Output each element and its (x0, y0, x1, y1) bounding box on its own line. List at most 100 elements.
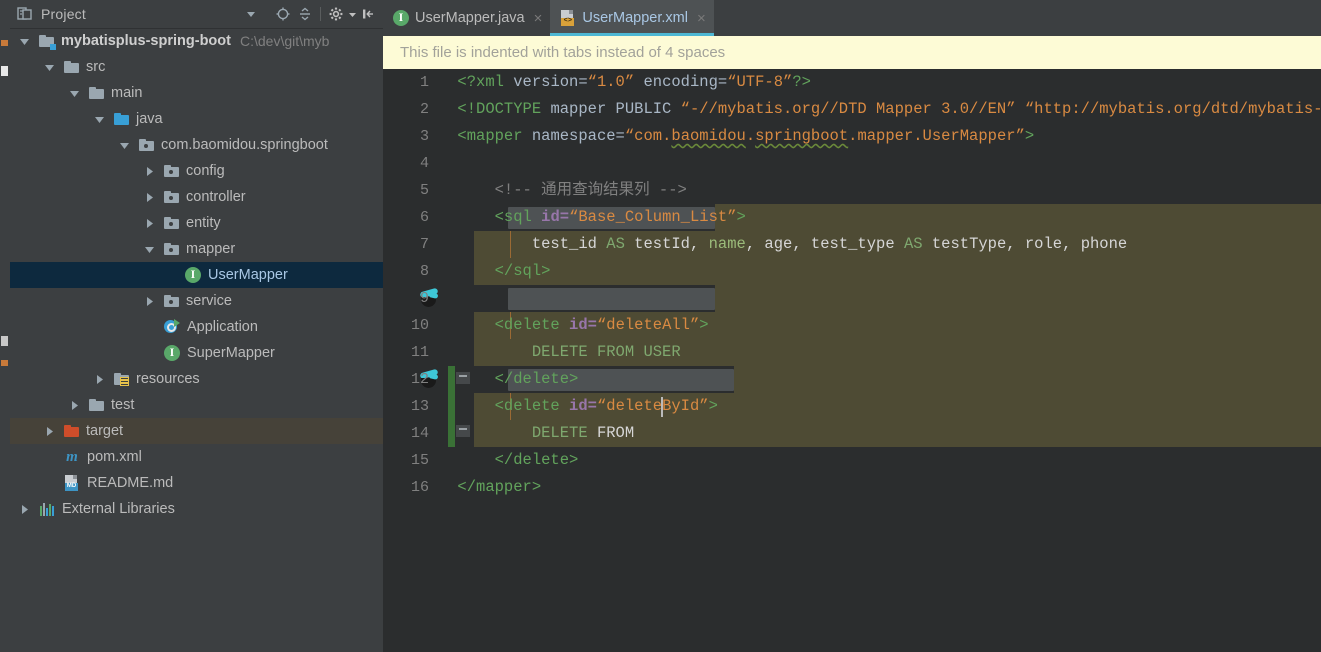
code-line[interactable]: </delete> (383, 366, 1321, 393)
marker-orange (1, 40, 8, 46)
gear-dropdown-icon[interactable] (347, 3, 357, 25)
code-token: testId, (624, 235, 709, 253)
tree-row-java[interactable]: java (10, 106, 383, 132)
tree-label: java (136, 111, 163, 127)
project-tree[interactable]: mybatisplus-spring-boot C:\dev\git\myb s… (10, 28, 383, 652)
hide-panel-icon[interactable] (357, 3, 379, 25)
code-token: “1.0” (587, 73, 635, 91)
tree-row-external-libraries[interactable]: External Libraries (10, 496, 383, 522)
code-line[interactable]: </sql> (383, 258, 1321, 285)
code-line[interactable]: DELETE FROM USER (383, 339, 1321, 366)
tree-row-service[interactable]: service (10, 288, 383, 314)
expand-arrow-collapsed[interactable] (68, 399, 81, 412)
tree-label: resources (136, 371, 200, 387)
tree-row-test[interactable]: test (10, 392, 383, 418)
code-token: <delete (494, 316, 560, 334)
code-line[interactable]: </delete> (383, 447, 1321, 474)
expand-arrow-collapsed[interactable] (143, 217, 156, 230)
collapse-all-icon[interactable] (294, 3, 316, 25)
code-token: encoding= (634, 73, 728, 91)
expand-arrow-collapsed[interactable] (143, 295, 156, 308)
code-token: <?xml (457, 73, 504, 91)
package-icon (164, 215, 180, 231)
expand-arrow-expanded[interactable] (18, 35, 31, 48)
indentation-notification-banner[interactable]: This file is indented with tabs instead … (383, 36, 1321, 70)
tree-label: entity (186, 215, 221, 231)
code-line[interactable]: <mapper namespace=“com.baomidou.springbo… (383, 123, 1321, 150)
code-token: DELETE FROM USER (531, 343, 681, 361)
tree-row-src[interactable]: src (10, 54, 383, 80)
chevron-down-icon[interactable] (244, 7, 258, 21)
project-panel: Project mybatisplus-spring-boot C:\dev\g… (10, 0, 383, 652)
tab-usermapper-java[interactable]: I UserMapper.java × (383, 0, 551, 36)
tree-row-config[interactable]: config (10, 158, 383, 184)
code-line[interactable]: <!-- 通用查询结果列 --> (383, 177, 1321, 204)
code-line[interactable]: <sql id=“Base_Column_List”> (383, 204, 1321, 231)
tree-row-controller[interactable]: controller (10, 184, 383, 210)
tree-label: test (111, 397, 135, 413)
tree-row-package[interactable]: com.baomidou.springboot (10, 132, 383, 158)
scroll-from-source-icon[interactable] (272, 3, 294, 25)
expand-arrow-expanded[interactable] (43, 61, 56, 74)
tree-row-usermapper[interactable]: UserMapper (10, 262, 383, 288)
code-token: <!DOCTYPE (457, 100, 542, 118)
expand-arrow-expanded[interactable] (68, 87, 81, 100)
gear-icon[interactable] (325, 3, 347, 25)
spring-boot-application-icon (164, 319, 180, 335)
code-line[interactable]: <?xml version=“1.0” encoding=“UTF-8”?> (383, 69, 1321, 96)
tree-row-module[interactable]: mybatisplus-spring-boot C:\dev\git\myb (10, 28, 383, 54)
tab-usermapper-xml[interactable]: UserMapper.xml × (550, 0, 715, 36)
folder-gray-icon (64, 59, 80, 75)
tree-label: UserMapper (208, 267, 288, 283)
java-interface-icon: I (393, 10, 409, 26)
code-line[interactable]: test_id AS testId, name, age, test_type … (383, 231, 1321, 258)
tree-label: target (86, 423, 124, 439)
code-line[interactable]: DELETE FROM (383, 420, 1321, 447)
tree-row-pom[interactable]: m pom.xml (10, 444, 383, 470)
tab-label: UserMapper.xml (582, 10, 688, 26)
close-icon[interactable]: × (697, 11, 706, 26)
tree-row-entity[interactable]: entity (10, 210, 383, 236)
tree-label: service (186, 293, 232, 309)
tree-row-target[interactable]: target (10, 418, 383, 444)
expand-arrow-expanded[interactable] (93, 113, 106, 126)
code-token: “http://mybatis.org/dtd/mybatis-3- (1024, 100, 1321, 118)
ide-window: Project mybatisplus-spring-boot C:\dev\g… (0, 0, 1321, 652)
tree-row-application[interactable]: Application (10, 314, 383, 340)
notification-text: This file is indented with tabs instead … (400, 44, 726, 61)
tree-row-supermapper[interactable]: SuperMapper (10, 340, 383, 366)
code-token: id= (531, 208, 570, 226)
code-token: “com. (624, 127, 672, 145)
code-line[interactable]: </mapper> (383, 474, 1321, 501)
tree-row-main[interactable]: main (10, 80, 383, 106)
tree-row-resources[interactable]: resources (10, 366, 383, 392)
expand-arrow-collapsed[interactable] (43, 425, 56, 438)
tree-row-readme[interactable]: README.md (10, 470, 383, 496)
expand-arrow-collapsed[interactable] (143, 191, 156, 204)
code-token: testType, role, phone (922, 235, 1128, 253)
code-line[interactable]: <!DOCTYPE mapper PUBLIC “-//mybatis.org/… (383, 96, 1321, 123)
code-token: “UTF-8” (727, 73, 793, 91)
expand-arrow-collapsed[interactable] (93, 373, 106, 386)
code-editor[interactable]: 1 2 3 4 5 6 7 8 9 10 11 12 13 14 15 16 <… (383, 69, 1321, 652)
expand-arrow-expanded[interactable] (143, 243, 156, 256)
line-number: 4 (419, 155, 429, 172)
tree-row-mapper[interactable]: mapper (10, 236, 383, 262)
expand-arrow-expanded[interactable] (118, 139, 131, 152)
expand-arrow-collapsed[interactable] (18, 503, 31, 516)
code-line[interactable]: <delete id=“deleteAll”> (383, 312, 1321, 339)
code-line[interactable]: <delete id=“deleteById”> (383, 393, 1321, 420)
close-icon[interactable]: × (534, 11, 543, 26)
resources-root-folder-icon (114, 371, 130, 387)
code-token: ?> (792, 73, 811, 91)
expand-arrow-collapsed[interactable] (143, 165, 156, 178)
code-token: <mapper (457, 127, 523, 145)
